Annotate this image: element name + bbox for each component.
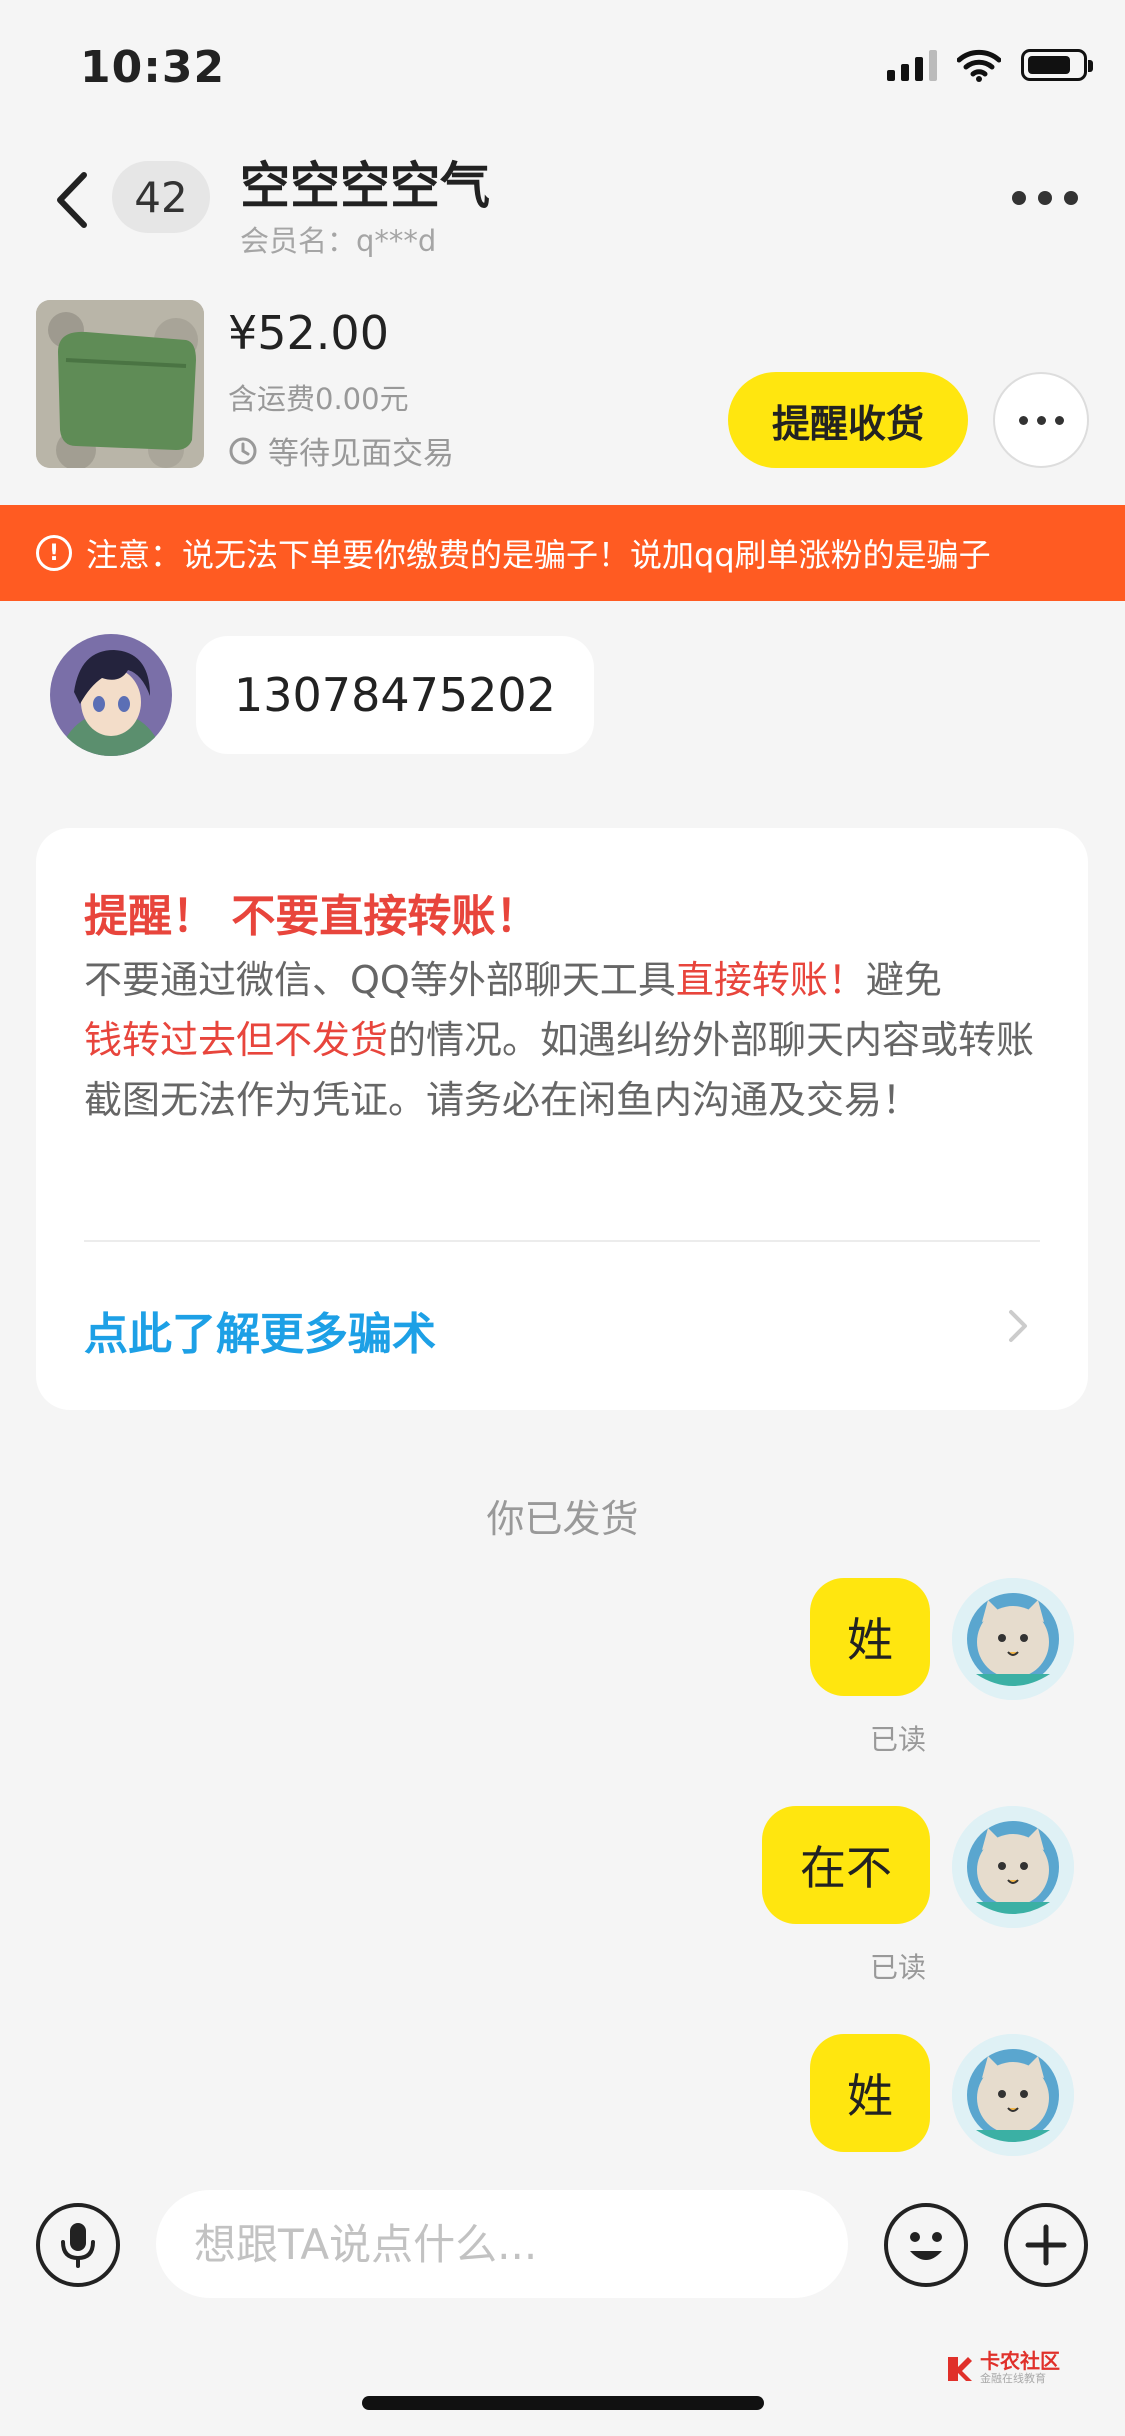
watermark: 卡农社区 金融在线教育 (944, 2350, 1060, 2386)
my-avatar[interactable] (952, 2034, 1074, 2156)
warning-banner[interactable]: ! 注意：说无法下单要你缴费的是骗子！说加qq刷单涨粉的是骗子 (0, 505, 1125, 601)
plus-icon (1025, 2224, 1067, 2266)
outgoing-message-bubble[interactable]: 姓 (810, 2034, 930, 2152)
battery-icon (1021, 49, 1093, 81)
more-actions-button[interactable] (1004, 2203, 1088, 2287)
microphone-icon (61, 2223, 95, 2268)
cellular-signal-icon (887, 49, 937, 81)
outgoing-message-bubble[interactable]: 姓 (810, 1578, 930, 1696)
clock-icon (229, 437, 257, 464)
member-name: 会员名：q***d (240, 224, 437, 258)
trade-status: 等待见面交易 (228, 428, 454, 473)
more-dots-icon[interactable] (1012, 188, 1078, 208)
voice-input-button[interactable] (36, 2203, 120, 2287)
unread-count-badge: 42 (112, 161, 210, 233)
safety-body: 不要通过微信、QQ等外部聊天工具直接转账！避免 钱转过去但不发货的情况。如遇纠纷外… (84, 958, 1035, 1122)
safety-title: 提醒！ 不要直接转账！ (84, 891, 540, 942)
read-receipt: 已读 (870, 1723, 927, 1756)
emoji-button[interactable] (884, 2203, 968, 2287)
emoji-icon (910, 2232, 942, 2260)
remind-receipt-button[interactable]: 提醒收货 (728, 372, 968, 468)
shipping-fee: 含运费0.00元 (228, 382, 409, 416)
my-avatar[interactable] (952, 1806, 1074, 1928)
alert-circle-icon: ! (36, 535, 72, 571)
learn-more-scams-link[interactable]: 点此了解更多骗术 (84, 1298, 436, 1362)
watermark-logo-icon (948, 2357, 972, 2381)
home-indicator[interactable] (362, 2396, 764, 2410)
message-input[interactable] (156, 2190, 848, 2298)
watermark-subtitle: 金融在线教育 (980, 2372, 1046, 2385)
divider (84, 1240, 1040, 1242)
back-arrow-icon (57, 172, 87, 228)
watermark-title: 卡农社区 (980, 2349, 1060, 2373)
chevron-right-icon[interactable] (1006, 1306, 1030, 1346)
incoming-message-bubble[interactable]: 13078475202 (196, 636, 594, 754)
chat-title[interactable]: 空空空空气 (240, 146, 490, 218)
item-thumbnail[interactable] (36, 300, 204, 468)
contact-avatar[interactable] (50, 634, 172, 756)
my-avatar[interactable] (952, 1578, 1074, 1700)
item-more-button[interactable] (993, 372, 1089, 468)
read-receipt: 已读 (870, 1951, 927, 1984)
trade-status-label: 等待见面交易 (268, 436, 454, 472)
warning-text: 注意：说无法下单要你缴费的是骗子！说加qq刷单涨粉的是骗子 (86, 536, 991, 574)
wifi-icon (957, 49, 1001, 82)
status-icons (887, 48, 1093, 82)
system-message: 你已发货 (486, 1497, 639, 1541)
item-price: ¥52.00 (228, 306, 389, 360)
outgoing-message-bubble[interactable]: 在不 (762, 1806, 930, 1924)
status-time: 10:32 (80, 42, 226, 93)
back-button[interactable] (48, 165, 98, 235)
